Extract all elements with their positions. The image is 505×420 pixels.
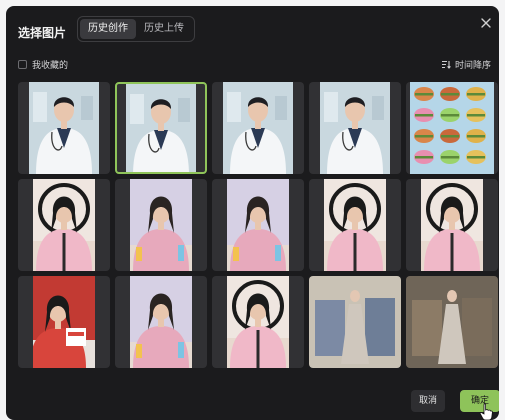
image-thumbnail[interactable] xyxy=(212,82,304,174)
image-thumbnail[interactable] xyxy=(406,179,498,271)
image-thumbnail[interactable] xyxy=(309,276,401,368)
confirm-button[interactable]: 确定 xyxy=(460,390,499,412)
cancel-button[interactable]: 取消 xyxy=(411,390,445,412)
sort-label: 时间降序 xyxy=(454,61,491,71)
image-thumbnail[interactable] xyxy=(309,82,401,174)
sort-toggle[interactable]: 时间降序 xyxy=(441,58,491,71)
image-thumbnail[interactable] xyxy=(406,82,498,174)
image-thumbnail[interactable] xyxy=(18,179,110,271)
image-thumbnail[interactable] xyxy=(18,276,110,368)
image-thumbnail[interactable] xyxy=(115,179,207,271)
image-thumbnail[interactable] xyxy=(309,179,401,271)
image-thumbnail[interactable] xyxy=(18,82,110,174)
select-image-dialog: 选择图片 历史创作 历史上传 我收藏的 时间降序 取消 确定 xyxy=(6,6,499,420)
favorites-checkbox[interactable] xyxy=(18,60,27,69)
tab-history-creations[interactable]: 历史创作 xyxy=(80,19,136,39)
tab-history-uploads[interactable]: 历史上传 xyxy=(136,19,192,39)
image-thumbnail[interactable] xyxy=(115,276,207,368)
image-thumbnail[interactable] xyxy=(212,179,304,271)
dialog-title: 选择图片 xyxy=(18,26,67,40)
close-icon[interactable] xyxy=(479,16,493,30)
image-grid xyxy=(18,82,498,368)
favorites-label: 我收藏的 xyxy=(32,61,69,71)
image-thumbnail[interactable] xyxy=(212,276,304,368)
image-thumbnail[interactable] xyxy=(115,82,207,174)
source-tabs: 历史创作 历史上传 xyxy=(77,16,195,42)
sort-icon xyxy=(441,60,451,69)
image-thumbnail[interactable] xyxy=(406,276,498,368)
favorites-filter[interactable]: 我收藏的 xyxy=(18,58,68,71)
